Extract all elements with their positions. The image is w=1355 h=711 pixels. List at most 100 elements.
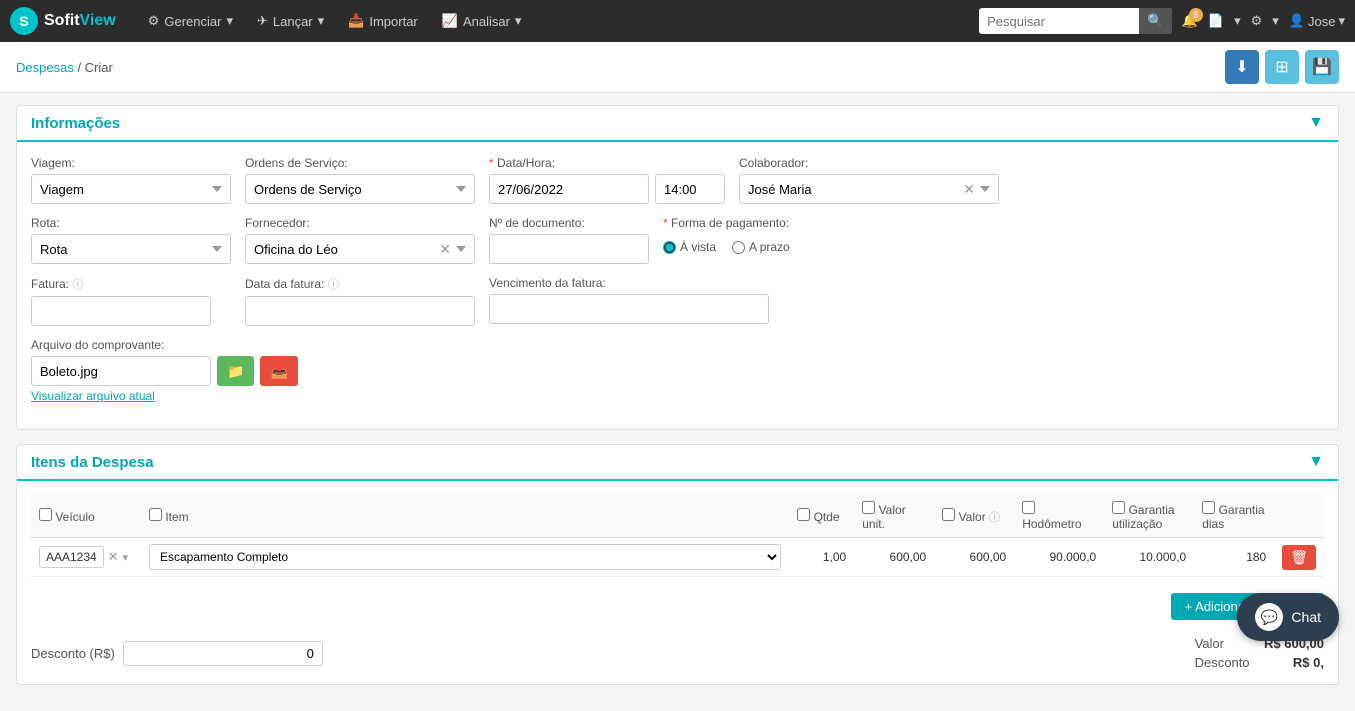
informacoes-title: Informações [31, 115, 120, 132]
viagem-select[interactable]: Viagem [31, 174, 231, 204]
search-box: 🔍 [979, 8, 1172, 34]
search-input[interactable] [979, 10, 1139, 33]
datahora-label: * Data/Hora: [489, 156, 725, 170]
itens-toggle[interactable]: ▼ [1308, 453, 1324, 471]
ordens-label: Ordens de Serviço: [245, 156, 475, 170]
breadcrumb-parent[interactable]: Despesas [16, 60, 74, 75]
nav-gerenciar-label: Gerenciar [164, 14, 221, 29]
hodometro-checkbox-all[interactable] [1022, 501, 1035, 514]
th-del [1274, 495, 1324, 538]
datafatura-group: Data da fatura: ⓘ [245, 276, 475, 326]
gardias-checkbox-all[interactable] [1202, 501, 1215, 514]
nav-lancar[interactable]: ✈ Lançar ▾ [245, 0, 336, 42]
vencimento-label: Vencimento da fatura: [489, 276, 769, 290]
total-desconto-label: Desconto [1195, 655, 1250, 670]
grid-button[interactable]: ⊞ [1265, 50, 1299, 84]
arquivo-link[interactable]: Visualizar arquivo atual [31, 389, 298, 403]
informacoes-header: Informações ▼ [17, 106, 1338, 142]
viagem-group: Viagem: Viagem [31, 156, 231, 204]
user-label: Jose [1308, 14, 1335, 29]
desconto-input[interactable] [123, 641, 323, 666]
th-gardias: Garantia dias [1194, 495, 1274, 538]
breadcrumb-separator: / [77, 60, 84, 75]
veiculo-clear-btn[interactable]: ✕ [108, 549, 119, 565]
garutil-checkbox-all[interactable] [1112, 501, 1125, 514]
row-qtde-cell: 1,00 [789, 538, 854, 577]
rota-group: Rota: Rota [31, 216, 231, 264]
row-garutil-cell: 10.000,0 [1104, 538, 1194, 577]
documento-input[interactable] [489, 234, 649, 264]
rota-select[interactable]: Rota [31, 234, 231, 264]
item-select[interactable]: Escapamento Completo [149, 544, 781, 570]
row-valunit-cell: 600,00 [854, 538, 934, 577]
pagamento-aprazo-label: A prazo [749, 240, 790, 254]
th-garutil: Garantia utilização [1104, 495, 1194, 538]
chat-button[interactable]: 💬 Chat [1237, 593, 1339, 641]
import-icon: 📥 [348, 13, 364, 29]
veiculo-checkbox-all[interactable] [39, 508, 52, 521]
gear-icon: ⚙ [148, 13, 160, 29]
breadcrumb-actions: ⬇ ⊞ 💾 [1225, 50, 1339, 84]
arquivo-remove-btn[interactable]: 📤 [260, 356, 297, 386]
total-desconto-value: R$ 0, [1293, 655, 1324, 670]
notification-bell[interactable]: 🔔 5 [1182, 13, 1198, 29]
form-row-1: Viagem: Viagem Ordens de Serviço: Ordens… [31, 156, 1324, 204]
chevron-down-icon: ▾ [226, 13, 233, 29]
fornecedor-group: Fornecedor: Oficina do Léo ✕ [245, 216, 475, 264]
nav-analisar[interactable]: 📈 Analisar ▾ [430, 0, 534, 42]
fatura-input[interactable] [31, 296, 211, 326]
th-qtde: Qtde [789, 495, 854, 538]
search-button[interactable]: 🔍 [1139, 8, 1172, 34]
vencimento-input[interactable] [489, 294, 769, 324]
totals-row: Desconto (R$) Valor R$ 600,00 Desconto R… [31, 636, 1324, 670]
pagamento-options: À vista A prazo [663, 240, 790, 258]
informacoes-toggle[interactable]: ▼ [1308, 114, 1324, 132]
user-menu[interactable]: 👤 Jose ▾ [1289, 13, 1345, 29]
save-button[interactable]: 💾 [1305, 50, 1339, 84]
pagamento-label: * Forma de pagamento: [663, 216, 790, 230]
arquivo-upload-btn[interactable]: 📁 [217, 356, 254, 386]
nav-importar[interactable]: 📥 Importar [336, 0, 430, 42]
fornecedor-clear-btn[interactable]: ✕ [439, 241, 451, 258]
items-table: Veículo Item Qtde Valor unit. [31, 495, 1324, 577]
datafatura-input[interactable] [245, 296, 475, 326]
file-upload-row: 📁 📤 [31, 356, 298, 386]
row-hodometro-value: 90.000,0 [1050, 550, 1097, 564]
ordens-group: Ordens de Serviço: Ordens de Serviço [245, 156, 475, 204]
valor-checkbox-all[interactable] [942, 508, 955, 521]
form-row-4: Arquivo do comprovante: 📁 📤 Visualizar a… [31, 338, 1324, 403]
nav-gerenciar[interactable]: ⚙ Gerenciar ▾ [136, 0, 245, 42]
settings-icon[interactable]: ⚙ [1251, 13, 1263, 29]
ordens-select[interactable]: Ordens de Serviço [245, 174, 475, 204]
arquivo-input[interactable] [31, 356, 211, 386]
pagamento-group: * Forma de pagamento: À vista A prazo [663, 216, 790, 264]
chat-icon: 💬 [1255, 603, 1283, 631]
qtde-checkbox-all[interactable] [797, 508, 810, 521]
file-icon[interactable]: 📄 [1208, 13, 1224, 29]
valunit-checkbox-all[interactable] [862, 501, 875, 514]
th-veiculo: Veículo [31, 495, 141, 538]
user-chevron-icon: ▾ [1338, 13, 1345, 29]
row-delete-btn[interactable]: 🗑 [1282, 545, 1316, 570]
download-button[interactable]: ⬇ [1225, 50, 1259, 84]
veiculo-arrow-btn[interactable]: ▾ [123, 551, 129, 564]
row-veiculo-cell: AAA1234 ✕ ▾ [31, 538, 141, 577]
logo-sofit-text: Sofit [44, 12, 80, 30]
top-navigation: S Sofit View ⚙ Gerenciar ▾ ✈ Lançar ▾ 📥 … [0, 0, 1355, 42]
rota-label: Rota: [31, 216, 231, 230]
row-valor-value: 600,00 [970, 550, 1007, 564]
data-input[interactable] [489, 174, 649, 204]
colaborador-select[interactable]: José Maria [739, 174, 999, 204]
arquivo-label: Arquivo do comprovante: [31, 338, 298, 352]
pagamento-avista-radio[interactable] [663, 241, 676, 254]
informacoes-section: Informações ▼ Viagem: Viagem Ordens de S… [16, 105, 1339, 430]
informacoes-body: Viagem: Viagem Ordens de Serviço: Ordens… [17, 142, 1338, 429]
colaborador-clear-btn[interactable]: ✕ [963, 181, 975, 198]
pagamento-aprazo-option[interactable]: A prazo [732, 240, 790, 254]
hora-input[interactable] [655, 174, 725, 204]
pagamento-avista-option[interactable]: À vista [663, 240, 716, 254]
item-checkbox-all[interactable] [149, 508, 162, 521]
itens-header: Itens da Despesa ▼ [17, 445, 1338, 481]
form-row-3: Fatura: ⓘ Data da fatura: ⓘ Vencimento d… [31, 276, 1324, 326]
pagamento-aprazo-radio[interactable] [732, 241, 745, 254]
